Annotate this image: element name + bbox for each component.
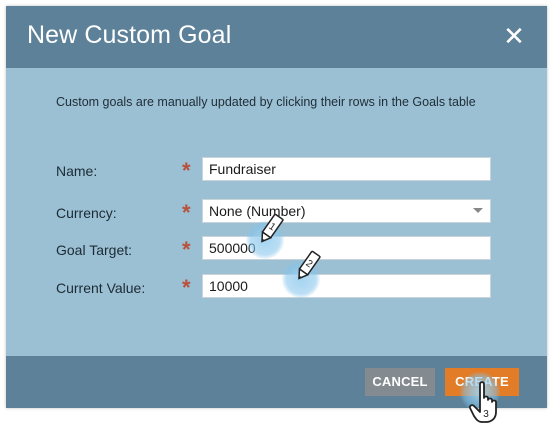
new-custom-goal-dialog: New Custom Goal ✕ Custom goals are manua… [6, 6, 547, 408]
name-label: Name: [56, 163, 98, 179]
current-value-label: Current Value: [56, 280, 146, 296]
required-marker: * [182, 237, 191, 262]
required-marker: * [182, 275, 191, 300]
cancel-button[interactable]: CANCEL [365, 368, 435, 396]
dialog-description: Custom goals are manually updated by cli… [56, 95, 476, 109]
required-marker: * [182, 200, 191, 225]
name-input[interactable] [202, 157, 491, 181]
pencil-icon: 1 [261, 213, 284, 243]
close-icon[interactable]: ✕ [503, 23, 525, 49]
hand-pointer-icon: 3 [468, 381, 497, 423]
current-value-row: Current Value: * [6, 274, 547, 302]
required-marker: * [182, 158, 191, 183]
currency-select[interactable]: None (Number) [202, 199, 491, 223]
currency-label: Currency: [56, 205, 117, 221]
dialog-title: New Custom Goal [27, 21, 232, 49]
current-value-input[interactable] [202, 274, 491, 298]
dialog-header: New Custom Goal ✕ [6, 6, 547, 68]
step-3-label: 3 [483, 409, 489, 420]
goal-target-label: Goal Target: [56, 242, 133, 258]
pencil-icon: 2 [298, 250, 321, 280]
chevron-down-icon[interactable] [473, 208, 483, 213]
name-row: Name: * [6, 157, 547, 185]
